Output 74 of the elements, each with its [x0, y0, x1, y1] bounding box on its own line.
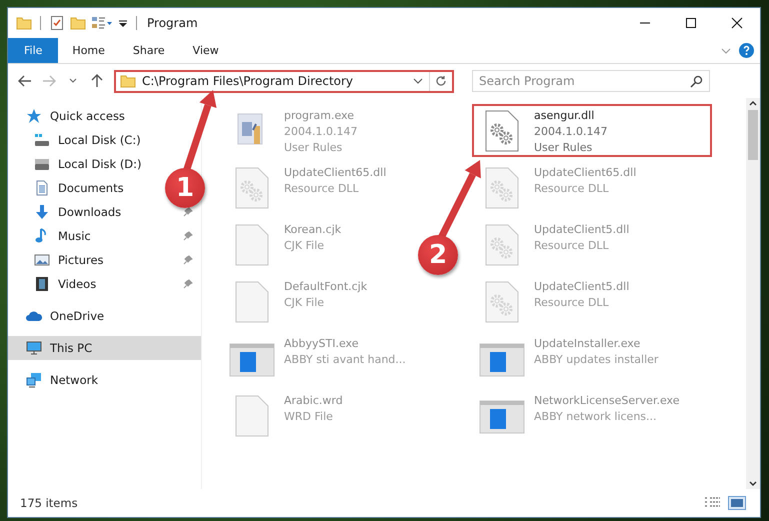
file-name: UpdateClient5.dll: [534, 279, 630, 295]
disk-drive-icon: [34, 156, 50, 172]
file-menu-button[interactable]: File: [8, 38, 58, 63]
back-arrow-icon[interactable]: [18, 75, 32, 87]
folder-icon: [120, 73, 136, 89]
help-icon[interactable]: [739, 43, 754, 58]
search-icon: [690, 75, 703, 88]
monitor-icon: [26, 340, 42, 356]
sidebar-item[interactable]: Videos: [8, 272, 201, 296]
pin-icon[interactable]: [183, 207, 193, 217]
sidebar-item[interactable]: Local Disk (C:): [8, 128, 149, 152]
large-icons-view-icon[interactable]: [728, 496, 746, 510]
folder-icon: [16, 15, 32, 31]
folder-icon: [70, 15, 86, 31]
up-arrow-icon[interactable]: [91, 74, 103, 88]
scrollbar-thumb[interactable]: [748, 110, 758, 160]
sidebar-item[interactable]: Pictures: [8, 248, 201, 272]
file-detail: Resource DLL: [284, 181, 360, 197]
file-name: AbbyySTI.exe: [284, 336, 360, 352]
sidebar-item[interactable]: Quick access: [8, 104, 133, 128]
picture-icon: [34, 252, 50, 268]
file-detail: User Rules: [534, 140, 594, 156]
sidebar-item[interactable]: This PC: [8, 336, 201, 360]
file-name: program.exe: [284, 108, 355, 124]
window-title: Program: [147, 16, 199, 30]
item-count: 175 items: [20, 496, 78, 510]
file-detail: WRD File: [284, 409, 334, 425]
file-item[interactable]: asengur.dll 2004.1.0.147 User Rules: [472, 104, 712, 157]
refresh-icon[interactable]: [435, 75, 447, 87]
file-name: UpdateClient5.dll: [534, 222, 630, 238]
file-name: UpdateClient65.dll: [284, 165, 386, 181]
sidebar-item[interactable]: OneDrive: [8, 304, 112, 328]
file-detail: Resource DLL: [534, 181, 610, 197]
file-detail: 2004.1.0.147: [534, 124, 608, 140]
chevron-down-icon[interactable]: [69, 78, 77, 84]
file-detail: User Rules: [284, 140, 344, 156]
checklist-icon[interactable]: [49, 15, 65, 31]
address-field[interactable]: C:\Program Files\Program Directory: [114, 70, 454, 92]
star-icon: [26, 108, 42, 124]
chevron-down-icon[interactable]: [413, 77, 423, 85]
address-path: C:\Program Files\Program Directory: [142, 74, 354, 88]
sidebar-item[interactable]: Documents: [8, 176, 132, 200]
file-name: NetworkLicenseServer.exe: [534, 393, 680, 409]
file-detail: Resource DLL: [534, 295, 610, 311]
ribbon-tab[interactable]: View: [178, 38, 233, 63]
ribbon-tab[interactable]: Share: [118, 38, 179, 63]
document-icon: [34, 180, 50, 196]
file-name: DefaultFont.cjk: [284, 279, 368, 295]
expand-ribbon-icon[interactable]: [721, 48, 731, 54]
sidebar-item[interactable]: Network: [8, 368, 106, 392]
disk-drive-icon: [34, 132, 50, 148]
file-detail: CJK File: [284, 295, 326, 311]
file-detail: ABBY updates installer: [534, 352, 658, 368]
file-name: UpdateClient65.dll: [534, 165, 636, 181]
pin-icon[interactable]: [183, 231, 193, 241]
file-detail: ABBY network licens...: [534, 409, 658, 425]
file-name: asengur.dll: [534, 108, 596, 124]
sidebar-item[interactable]: Local Disk (D:): [8, 152, 150, 176]
file-name: Arabic.wrd: [284, 393, 343, 409]
pin-icon[interactable]: [183, 279, 193, 289]
download-arrow-icon: [34, 204, 50, 220]
ribbon-tab[interactable]: Home: [58, 38, 119, 63]
properties-icon[interactable]: [91, 15, 113, 31]
file-detail: 2004.1.0.147: [284, 124, 358, 140]
film-icon: [34, 276, 50, 292]
search-field[interactable]: Search Program: [472, 70, 710, 92]
file-name: UpdateInstaller.exe: [534, 336, 642, 352]
pin-icon[interactable]: [183, 255, 193, 265]
file-detail: Resource DLL: [534, 238, 610, 254]
sidebar-item[interactable]: Music: [8, 224, 201, 248]
file-name: Korean.cjk: [284, 222, 342, 238]
file-detail: CJK File: [284, 238, 326, 254]
network-icon: [26, 372, 42, 388]
file-detail: ABBY sti avant hand...: [284, 352, 406, 368]
